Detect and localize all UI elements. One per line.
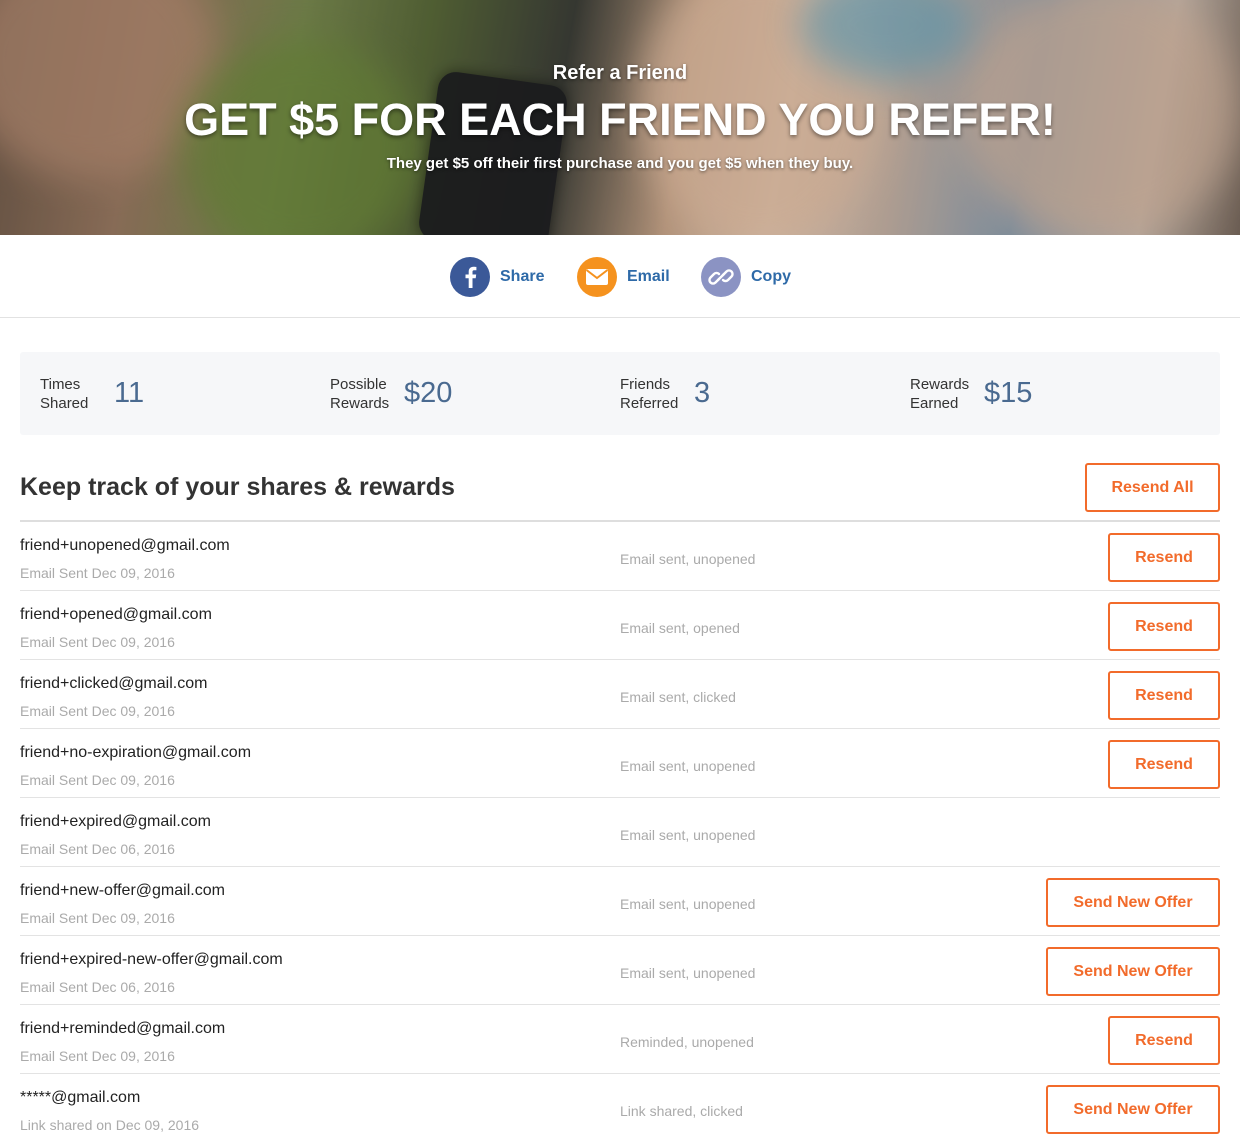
facebook-icon: [450, 257, 490, 297]
referral-email: friend+unopened@gmail.com: [20, 537, 230, 554]
section-title: Keep track of your shares & rewards: [20, 473, 455, 501]
referral-email: friend+opened@gmail.com: [20, 606, 212, 623]
send-new-offer-button[interactable]: Send New Offer: [1046, 947, 1220, 996]
resend-button[interactable]: Resend: [1108, 671, 1220, 720]
link-icon: [701, 257, 741, 297]
hero-banner: Refer a Friend GET $5 FOR EACH FRIEND YO…: [0, 0, 1240, 235]
stat-label: Possible Rewards: [330, 375, 390, 412]
send-new-offer-button[interactable]: Send New Offer: [1046, 1085, 1220, 1134]
referral-date: Email Sent Dec 06, 2016: [20, 841, 175, 857]
referral-status: Email sent, unopened: [620, 827, 756, 843]
stat-rewards-earned: Rewards Earned $15: [910, 352, 1032, 435]
referral-date: Email Sent Dec 09, 2016: [20, 772, 175, 788]
stat-label: Friends Referred: [620, 375, 679, 412]
referral-row: friend+opened@gmail.com Email Sent Dec 0…: [20, 591, 1220, 660]
envelope-icon: [577, 257, 617, 297]
referral-email: friend+expired-new-offer@gmail.com: [20, 951, 283, 968]
facebook-share-button[interactable]: Share: [450, 256, 544, 298]
referral-status: Email sent, unopened: [620, 965, 756, 981]
referral-status: Email sent, opened: [620, 620, 740, 636]
referral-row: friend+expired-new-offer@gmail.com Email…: [20, 936, 1220, 1005]
stat-label: Times Shared: [40, 375, 89, 412]
referral-status: Email sent, clicked: [620, 689, 736, 705]
referral-row: *****@gmail.com Link shared on Dec 09, 2…: [20, 1074, 1220, 1140]
referral-date: Email Sent Dec 09, 2016: [20, 565, 175, 581]
referral-email: friend+expired@gmail.com: [20, 813, 211, 830]
share-bar: Share Email Copy: [0, 235, 1240, 318]
stat-value: $15: [984, 377, 1033, 409]
referral-date: Email Sent Dec 09, 2016: [20, 910, 175, 926]
facebook-share-label: Share: [500, 268, 545, 285]
stat-times-shared: Times Shared 11: [40, 352, 144, 435]
hero-headline: GET $5 FOR EACH FRIEND YOU REFER!: [184, 94, 1056, 145]
referral-date: Link shared on Dec 09, 2016: [20, 1117, 200, 1133]
stats-panel: Times Shared 11 Possible Rewards $20 Fri…: [20, 352, 1220, 435]
referral-date: Email Sent Dec 09, 2016: [20, 1048, 175, 1064]
send-new-offer-button[interactable]: Send New Offer: [1046, 878, 1220, 927]
copy-link-label: Copy: [751, 268, 791, 285]
referral-date: Email Sent Dec 09, 2016: [20, 703, 175, 719]
referral-row: friend+reminded@gmail.com Email Sent Dec…: [20, 1005, 1220, 1074]
stat-label: Rewards Earned: [910, 375, 970, 412]
referral-email: friend+reminded@gmail.com: [20, 1020, 226, 1037]
referral-email: friend+new-offer@gmail.com: [20, 882, 225, 899]
stat-value: $20: [404, 377, 453, 409]
referral-row: friend+expired@gmail.com Email Sent Dec …: [20, 798, 1220, 867]
referral-email: friend+no-expiration@gmail.com: [20, 744, 252, 761]
resend-button[interactable]: Resend: [1108, 740, 1220, 789]
referral-row: friend+clicked@gmail.com Email Sent Dec …: [20, 660, 1220, 729]
resend-button[interactable]: Resend: [1108, 602, 1220, 651]
referral-row: friend+unopened@gmail.com Email Sent Dec…: [20, 522, 1220, 591]
email-share-label: Email: [627, 268, 670, 285]
referral-email: friend+clicked@gmail.com: [20, 675, 208, 692]
stat-friends-referred: Friends Referred 3: [620, 352, 710, 435]
hero-subtitle: They get $5 off their first purchase and…: [386, 155, 854, 172]
referral-email: *****@gmail.com: [20, 1089, 141, 1106]
referral-status: Email sent, unopened: [620, 758, 756, 774]
referral-row: friend+new-offer@gmail.com Email Sent De…: [20, 867, 1220, 936]
referral-status: Reminded, unopened: [620, 1034, 754, 1050]
copy-link-button[interactable]: Copy: [701, 256, 791, 298]
resend-button[interactable]: Resend: [1108, 1016, 1220, 1065]
stat-possible-rewards: Possible Rewards $20: [330, 352, 452, 435]
hero-kicker: Refer a Friend: [552, 62, 688, 84]
referral-status: Email sent, unopened: [620, 551, 756, 567]
stat-value: 3: [694, 377, 711, 409]
email-share-button[interactable]: Email: [577, 256, 670, 298]
resend-button[interactable]: Resend: [1108, 533, 1220, 582]
referral-date: Email Sent Dec 06, 2016: [20, 979, 175, 995]
referral-status: Link shared, clicked: [620, 1103, 743, 1119]
stat-value: 11: [114, 377, 145, 409]
resend-all-button[interactable]: Resend All: [1085, 463, 1220, 512]
referral-status: Email sent, unopened: [620, 896, 756, 912]
referral-row: friend+no-expiration@gmail.com Email Sen…: [20, 729, 1220, 798]
referral-date: Email Sent Dec 09, 2016: [20, 634, 175, 650]
